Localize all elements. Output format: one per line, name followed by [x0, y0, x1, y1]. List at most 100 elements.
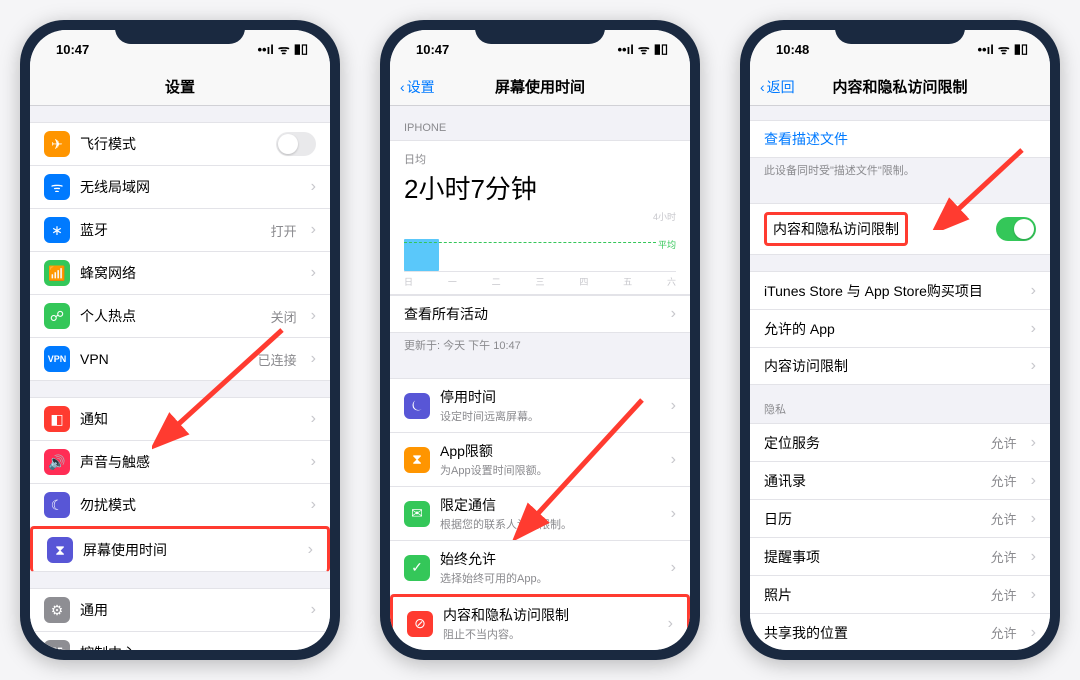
bluetooth-icon: ∗ [44, 217, 70, 243]
feature-title: 始终允许 [440, 549, 657, 569]
row-label: VPN [80, 351, 248, 367]
battery-icon: ▮▯ [654, 41, 668, 57]
chevron-right-icon: › [311, 601, 316, 619]
row-value: 允许 [991, 471, 1017, 490]
updated-footer: 更新于: 今天 下午 10:47 [390, 333, 690, 362]
row-value: 允许 [991, 509, 1017, 528]
privacy-row[interactable]: 照片允许› [750, 575, 1050, 613]
back-button[interactable]: ‹ 设置 [400, 77, 435, 97]
row-label: 蓝牙 [80, 220, 261, 240]
hotspot-icon: ☍ [44, 303, 70, 329]
chevron-right-icon: › [311, 496, 316, 514]
settings-row-bell[interactable]: ◧通知› [30, 397, 330, 440]
hourglass-icon: ⧗ [404, 447, 430, 473]
feature-row-check[interactable]: ✓始终允许选择始终可用的App。› [390, 540, 690, 594]
toggle[interactable] [276, 132, 316, 156]
row-label: 通讯录 [764, 471, 981, 491]
restriction-row[interactable]: iTunes Store 与 App Store购买项目› [750, 271, 1050, 309]
content[interactable]: IPHONE 日均 2小时7分钟 4小时 平均 日一二三四五六 [390, 106, 690, 650]
privacy-row[interactable]: 提醒事项允许› [750, 537, 1050, 575]
feature-desc: 为App设置时间限额。 [440, 462, 657, 478]
chevron-right-icon: › [311, 178, 316, 196]
privacy-row[interactable]: 日历允许› [750, 499, 1050, 537]
chevron-right-icon: › [668, 615, 673, 633]
hourglass-icon: ⧗ [47, 537, 73, 563]
content[interactable]: ✈飞行模式ᯤ无线局域网›∗蓝牙打开›📶蜂窝网络›☍个人热点关闭›VPNVPN已连… [30, 106, 330, 650]
chevron-right-icon: › [671, 505, 676, 523]
feature-title: 内容和隐私访问限制 [443, 605, 654, 625]
row-label: 屏幕使用时间 [83, 540, 294, 560]
settings-row-speaker[interactable]: 🔊声音与触感› [30, 440, 330, 483]
chevron-right-icon: › [311, 350, 316, 368]
row-label: 控制中心 [80, 643, 297, 650]
row-label: 共享我的位置 [764, 623, 981, 643]
row-label: 声音与触感 [80, 452, 297, 472]
settings-row-hotspot[interactable]: ☍个人热点关闭› [30, 294, 330, 337]
settings-row-bluetooth[interactable]: ∗蓝牙打开› [30, 208, 330, 251]
content-privacy-toggle-row[interactable]: 内容和隐私访问限制 [750, 203, 1050, 255]
airplane-icon: ✈ [44, 131, 70, 157]
back-button[interactable]: ‹ 返回 [760, 77, 795, 97]
row-label: 照片 [764, 585, 981, 605]
feature-desc: 根据您的联系人设定限制。 [440, 516, 657, 532]
view-profiles[interactable]: 查看描述文件 [750, 120, 1050, 158]
chevron-right-icon: › [671, 305, 676, 323]
status-indicators: ••ıl ᯤ ▮▯ [257, 40, 308, 58]
chevron-right-icon: › [311, 307, 316, 325]
settings-row-sliders[interactable]: ☷控制中心› [30, 631, 330, 650]
vpn-icon: VPN [44, 346, 70, 372]
row-label: 飞行模式 [80, 134, 266, 154]
chevron-left-icon: ‹ [400, 79, 405, 95]
privacy-row[interactable]: 定位服务允许› [750, 423, 1050, 461]
privacy-row[interactable]: 通讯录允许› [750, 461, 1050, 499]
usage-chart[interactable]: 日均 2小时7分钟 4小时 平均 日一二三四五六 [390, 140, 690, 295]
settings-row-cellular[interactable]: 📶蜂窝网络› [30, 251, 330, 294]
chevron-right-icon: › [1031, 320, 1036, 338]
phone-3: 10:48 ••ıl ᯤ ▮▯ ‹ 返回 内容和隐私访问限制 查看描述文件 此设… [740, 20, 1060, 660]
profile-footer: 此设备同时受"描述文件"限制。 [750, 158, 1050, 187]
ban-icon: ⊘ [407, 611, 433, 637]
feature-row-chat[interactable]: ✉限定通信根据您的联系人设定限制。› [390, 486, 690, 540]
settings-row-vpn[interactable]: VPN VPN 已连接 › [30, 337, 330, 381]
settings-row-wifi[interactable]: ᯤ无线局域网› [30, 165, 330, 208]
daily-avg-label: 日均 [404, 151, 676, 167]
wifi-icon: ᯤ [44, 174, 70, 200]
sliders-icon: ☷ [44, 640, 70, 650]
chart-days: 日一二三四五六 [404, 272, 676, 288]
see-all-activity[interactable]: 查看所有活动 › [390, 295, 690, 333]
nav-title: 设置 [165, 76, 195, 97]
row-label: 通知 [80, 409, 297, 429]
restriction-row[interactable]: 允许的 App› [750, 309, 1050, 347]
settings-group: ✈飞行模式ᯤ无线局域网›∗蓝牙打开›📶蜂窝网络›☍个人热点关闭›VPNVPN已连… [30, 122, 330, 381]
settings-row-moon[interactable]: ☾ 勿扰模式 › [30, 483, 330, 526]
chevron-right-icon: › [1031, 586, 1036, 604]
chevron-right-icon: › [1031, 357, 1036, 375]
row-label: 勿扰模式 [80, 495, 297, 515]
chevron-right-icon: › [311, 264, 316, 282]
privacy-row[interactable]: 共享我的位置允许› [750, 613, 1050, 650]
feature-row-hourglass[interactable]: ⧗App限额为App设置时间限额。› [390, 432, 690, 486]
row-value: 关闭 [271, 307, 297, 326]
signal-icon: ••ıl [257, 42, 273, 57]
chevron-right-icon: › [671, 397, 676, 415]
notch [835, 20, 965, 44]
signal-icon: ••ıl [977, 42, 993, 57]
feature-row-ban[interactable]: ⊘内容和隐私访问限制阻止不当内容。› [390, 594, 690, 650]
content-privacy-toggle[interactable] [996, 217, 1036, 241]
moon-icon: ☾ [44, 492, 70, 518]
settings-row-hourglass[interactable]: ⧗屏幕使用时间› [30, 526, 330, 572]
restriction-row[interactable]: 内容访问限制› [750, 347, 1050, 385]
chart-avg-line [404, 242, 656, 243]
feature-row-bed[interactable]: ⏾停用时间设定时间远离屏幕。› [390, 378, 690, 432]
cellular-icon: 📶 [44, 260, 70, 286]
settings-row-airplane[interactable]: ✈ 飞行模式 [30, 122, 330, 165]
row-value: 已连接 [258, 350, 297, 369]
nav-title: 内容和隐私访问限制 [832, 76, 967, 97]
daily-avg-value: 2小时7分钟 [404, 169, 676, 206]
chart-tick: 4小时 [653, 210, 676, 223]
content[interactable]: 查看描述文件 此设备同时受"描述文件"限制。 内容和隐私访问限制 iTunes … [750, 106, 1050, 650]
features-group: ⏾停用时间设定时间远离屏幕。›⧗App限额为App设置时间限额。›✉限定通信根据… [390, 378, 690, 650]
settings-row-gear[interactable]: ⚙通用› [30, 588, 330, 631]
chevron-right-icon: › [1031, 282, 1036, 300]
row-value: 打开 [271, 221, 297, 240]
